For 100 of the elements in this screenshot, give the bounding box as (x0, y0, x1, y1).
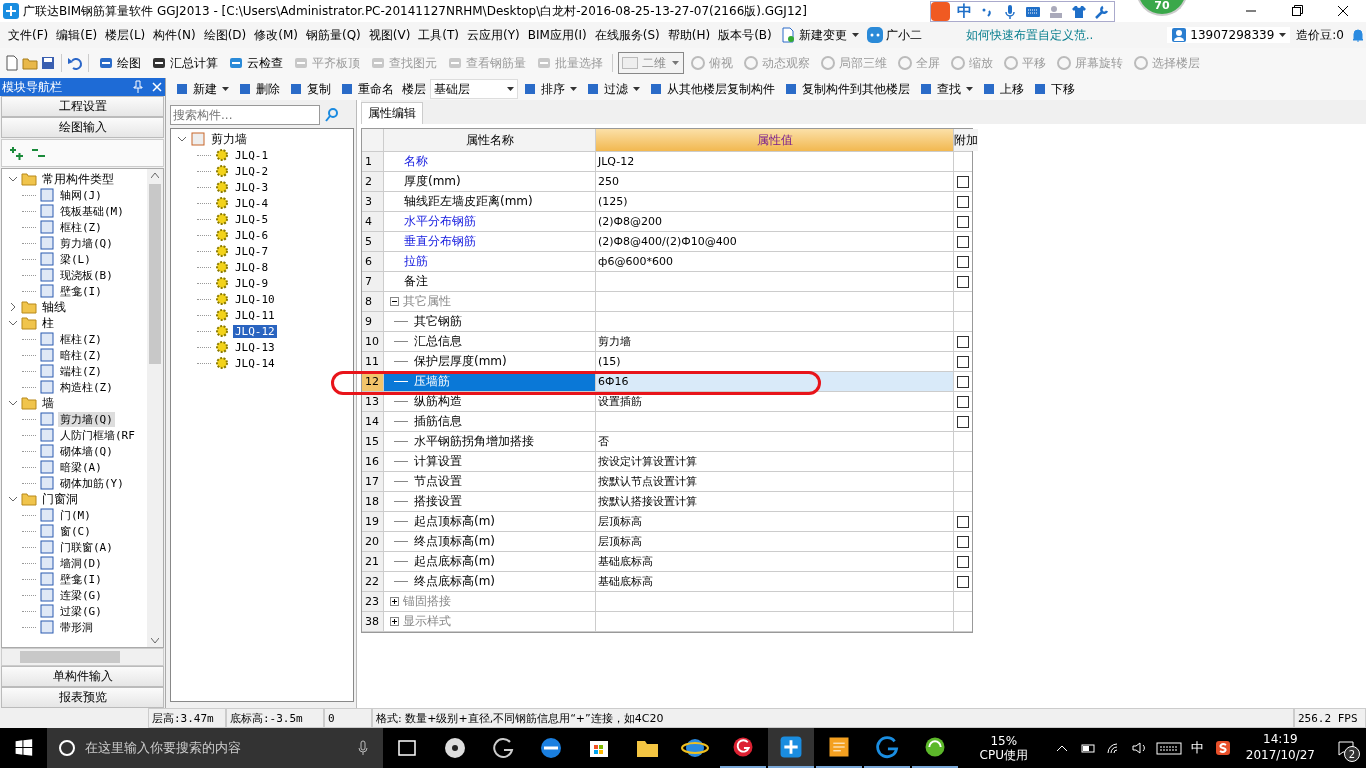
menu-item[interactable]: 修改(M) (250, 26, 302, 44)
checkbox[interactable] (957, 355, 969, 368)
tree-item[interactable]: 剪力墙(Q) (58, 235, 115, 251)
property-value[interactable]: 按默认搭接设置计算 (598, 494, 697, 509)
table-row[interactable]: 15 水平钢筋拐角增加搭接 否 (362, 432, 972, 452)
property-value[interactable]: 层顶标高 (598, 514, 642, 529)
checkbox[interactable] (957, 335, 969, 348)
table-row[interactable]: 13 纵筋构造 设置插筋 (362, 392, 972, 412)
table-row[interactable]: 22 终点底标高(m) 基础底标高 (362, 572, 972, 592)
toolbar-button[interactable]: 复制 (284, 78, 335, 100)
property-value[interactable]: 按默认节点设置计算 (598, 474, 697, 489)
tree-item[interactable]: 端柱(Z) (58, 363, 104, 379)
toolbar-button[interactable]: 上移 (977, 78, 1028, 100)
toolbar-button[interactable]: 重命名 (335, 78, 398, 100)
tree-folder[interactable]: 柱 (40, 314, 56, 332)
property-value[interactable]: 基础底标高 (598, 574, 653, 589)
toolbar-button[interactable]: 过滤 (581, 78, 644, 100)
table-row[interactable]: 16 计算设置 按设定计算设置计算 (362, 452, 972, 472)
open-folder-icon[interactable] (22, 55, 38, 71)
input-method-indicator[interactable]: 中 (1190, 739, 1204, 757)
tree-item[interactable]: 壁龛(I) (58, 571, 104, 587)
checkbox[interactable] (957, 415, 969, 428)
checkbox[interactable] (957, 215, 969, 228)
tree-folder[interactable]: 门窗洞 (40, 490, 80, 508)
toolbar-button[interactable]: 从其他楼层复制构件 (644, 78, 779, 100)
toolbar-button[interactable]: 绘图 (94, 52, 145, 74)
tree-item[interactable]: 门联窗(A) (58, 539, 115, 555)
table-row[interactable]: 2 厚度(mm) 250 (362, 172, 972, 192)
property-value[interactable]: 按设定计算设置计算 (598, 454, 697, 469)
nav-section-button[interactable]: 工程设置 (1, 96, 164, 117)
horizontal-scrollbar[interactable] (1, 648, 164, 666)
table-row[interactable]: 4 水平分布钢筋 (2)Ф8@200 (362, 212, 972, 232)
table-row[interactable]: 38 显示样式 (362, 612, 972, 632)
checkbox[interactable] (957, 275, 969, 288)
tree-item[interactable]: 墙洞(D) (58, 555, 104, 571)
table-row[interactable]: 6 拉筋 ф6@600*600 (362, 252, 972, 272)
tree-item[interactable]: JLQ-8 (233, 260, 271, 274)
tree-folder[interactable]: 剪力墙 (209, 130, 249, 148)
menu-item[interactable]: 钢筋量(Q) (301, 26, 365, 44)
tree-item[interactable]: JLQ-2 (233, 164, 271, 178)
expand-all-icon[interactable] (8, 145, 24, 161)
tree-item[interactable]: JLQ-14 (233, 356, 277, 370)
menu-item[interactable]: 楼层(L) (101, 26, 150, 44)
tree-item[interactable]: 人防门框墙(RF (58, 427, 137, 443)
property-value[interactable]: 250 (598, 175, 619, 188)
menu-item[interactable]: 编辑(E) (52, 26, 102, 44)
tree-item[interactable]: 带形洞 (58, 619, 95, 635)
menu-item[interactable]: 工具(T) (414, 26, 464, 44)
tree-item[interactable]: JLQ-7 (233, 244, 271, 258)
tree-item[interactable]: 梁(L) (58, 251, 93, 267)
search-field[interactable]: 搜索构件... (170, 105, 320, 125)
undo-icon[interactable] (67, 55, 83, 71)
menu-item[interactable]: 帮助(H) (663, 26, 715, 44)
bell-icon[interactable] (1350, 27, 1366, 43)
tree-item[interactable]: JLQ-4 (233, 196, 271, 210)
checkbox[interactable] (957, 175, 969, 188)
tree-folder[interactable]: 常用构件类型 (40, 170, 116, 188)
tree-item[interactable]: 现浇板(B) (58, 267, 115, 283)
tree-item[interactable]: 过梁(G) (58, 603, 104, 619)
menu-item[interactable]: 版本号(B) (714, 26, 776, 44)
property-value[interactable]: 设置插筋 (598, 394, 642, 409)
property-value[interactable]: (125) (598, 195, 628, 208)
tree-item[interactable]: 筏板基础(M) (58, 203, 126, 219)
tree-folder[interactable]: 轴线 (40, 298, 68, 316)
checkbox[interactable] (957, 535, 969, 548)
menu-item[interactable]: 在线服务(S) (590, 26, 664, 44)
tree-item[interactable]: 剪力墙(Q) (58, 411, 115, 427)
table-row[interactable]: 19 起点顶标高(m) 层顶标高 (362, 512, 972, 532)
tree-item[interactable]: 暗梁(A) (58, 459, 104, 475)
nav-section-button[interactable]: 报表预览 (1, 687, 164, 708)
save-icon[interactable] (40, 55, 56, 71)
property-value[interactable]: 剪力墙 (598, 334, 631, 349)
toolbar-button[interactable]: 汇总计算 (147, 52, 222, 74)
new-change-button[interactable]: 新建变更 (775, 26, 863, 44)
notification-icon[interactable] (1336, 738, 1357, 758)
table-row[interactable]: 21 起点底标高(m) 基础底标高 (362, 552, 972, 572)
tree-item[interactable]: JLQ-6 (233, 228, 271, 242)
table-row[interactable]: 18 搭接设置 按默认搭接设置计算 (362, 492, 972, 512)
app-logo-icon[interactable] (767, 728, 814, 768)
table-row[interactable]: 20 终点顶标高(m) 层顶标高 (362, 532, 972, 552)
toolbar-button[interactable]: 新建 (170, 78, 233, 100)
table-row[interactable]: 17 节点设置 按默认节点设置计算 (362, 472, 972, 492)
property-value[interactable]: JLQ-12 (598, 155, 635, 168)
property-value[interactable]: (2)Ф8@400/(2)Ф10@400 (598, 235, 737, 248)
tree-folder[interactable]: 墙 (40, 394, 56, 412)
table-row[interactable]: 3 轴线距左墙皮距离(mm) (125) (362, 192, 972, 212)
expander-icon[interactable] (390, 617, 399, 626)
checkbox[interactable] (957, 555, 969, 568)
tree-item[interactable]: 门(M) (58, 507, 93, 523)
nav-section-button[interactable]: 绘图输入 (1, 117, 164, 138)
tree-item[interactable]: JLQ-9 (233, 276, 271, 290)
property-value[interactable]: (2)Ф8@200 (598, 215, 663, 228)
tree-item[interactable]: JLQ-5 (233, 212, 271, 226)
checkbox[interactable] (957, 195, 969, 208)
expander-icon[interactable] (390, 297, 399, 306)
taskbar-search-field[interactable]: 在这里输入你要搜索的内容 (46, 728, 383, 768)
property-value[interactable]: ф6@600*600 (598, 255, 673, 268)
table-row[interactable]: 14 插筋信息 (362, 412, 972, 432)
tree-item[interactable]: 框柱(Z) (58, 219, 104, 235)
table-row[interactable]: 7 备注 (362, 272, 972, 292)
